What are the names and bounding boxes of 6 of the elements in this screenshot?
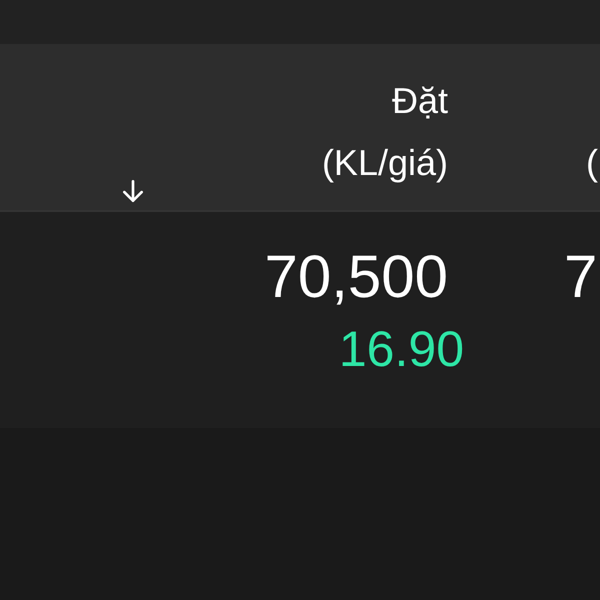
price-value: 7 [564, 242, 598, 312]
column-header[interactable]: Đặt (KL/giá) [322, 70, 448, 194]
column-header[interactable]: ( [586, 132, 598, 194]
change-value: 16.90 [338, 320, 464, 379]
price-value: 70,500 [264, 242, 448, 312]
sort-arrow-icon[interactable] [120, 178, 146, 204]
